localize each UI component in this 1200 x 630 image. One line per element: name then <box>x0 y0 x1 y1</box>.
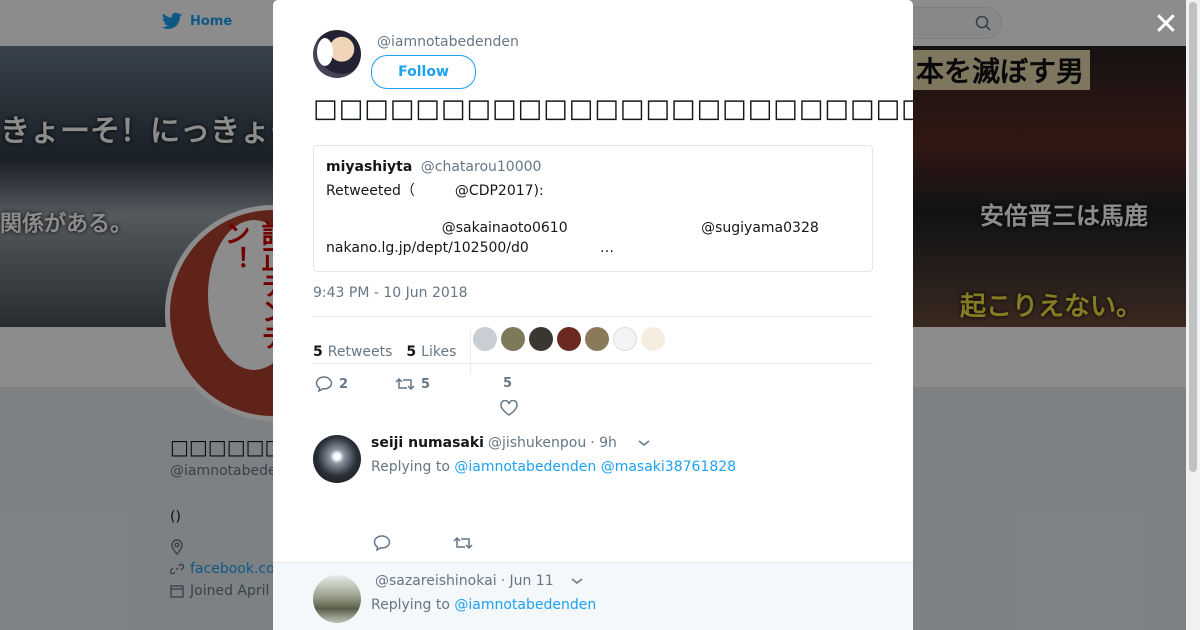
reply-count: 2 <box>339 376 349 392</box>
reply-author-name[interactable]: seiji numasaki <box>371 435 484 451</box>
liker-avatar[interactable] <box>529 327 553 351</box>
retweet-button[interactable]: 5 <box>395 376 430 392</box>
reply-button[interactable]: 2 <box>315 376 348 392</box>
retweets-count: 5 <box>313 344 323 360</box>
like-count: 5 <box>503 376 513 391</box>
replying-to-label: Replying to <box>371 459 450 475</box>
tweet-timestamp[interactable]: 9:43 PM - 10 Jun 2018 <box>313 285 468 301</box>
replying-to-users[interactable]: @iamnotabedenden <box>454 597 596 613</box>
liker-avatar[interactable] <box>557 327 581 351</box>
quoted-tweet-header: miyashiyta @chatarou10000 <box>326 159 541 175</box>
retweets-label: Retweets <box>327 344 393 360</box>
like-button[interactable] <box>500 400 518 416</box>
author-avatar[interactable] <box>313 30 361 78</box>
retweet-count: 5 <box>421 376 431 392</box>
chevron-down-icon[interactable] <box>637 438 651 448</box>
replying-to: Replying to @iamnotabedenden @masaki3876… <box>371 459 736 475</box>
reply-tweet[interactable]: @sazareishinokai · Jun 11 Replying to @i… <box>313 573 873 630</box>
replying-to: Replying to @iamnotabedenden <box>371 597 596 613</box>
author-handle[interactable]: @iamnotabedenden <box>377 34 519 50</box>
reply-time[interactable]: · Jun 11 <box>501 573 554 589</box>
scrollbar-thumb[interactable] <box>1189 2 1197 472</box>
reply-time[interactable]: · 9h <box>590 435 617 451</box>
reply-icon <box>315 376 333 392</box>
reply-icon[interactable] <box>373 535 391 551</box>
author-avatar-bubble <box>317 38 333 66</box>
retweets-stat[interactable]: 5 Retweets <box>313 344 392 360</box>
liker-avatars <box>473 327 665 351</box>
chevron-down-icon[interactable] <box>570 576 584 586</box>
tweet-modal: @iamnotabedenden Follow □□□□□□□□□□□□□□□□… <box>273 0 913 630</box>
quoted-tweet[interactable]: miyashiyta @chatarou10000 Retweeted（ @CD… <box>313 145 873 272</box>
quoted-text-line-1: Retweeted（ @CDP2017): <box>326 183 544 199</box>
replying-to-label: Replying to <box>371 597 450 613</box>
reply-author-handle[interactable]: @sazareishinokai <box>375 573 497 589</box>
quoted-text-line-3: nakano.lg.jp/dept/102500/d0 … <box>326 240 615 256</box>
reply-actions <box>371 535 671 559</box>
reply-avatar[interactable] <box>313 575 361 623</box>
divider <box>313 363 873 364</box>
reply-tweet[interactable]: seiji numasaki @jishukenpou · 9h Replyin… <box>313 435 873 555</box>
retweet-icon <box>395 377 415 391</box>
liker-avatar[interactable] <box>641 327 665 351</box>
reply-header: seiji numasaki @jishukenpou · 9h <box>371 435 651 451</box>
retweet-icon[interactable] <box>453 535 473 551</box>
tweet-actions: 2 5 5 <box>313 376 873 416</box>
quoted-author-handle: @chatarou10000 <box>420 159 542 175</box>
tweet-text: □□□□□□□□□□□□□□□□□□□□□□□□□□□□□□□□□□□□□□□□… <box>313 94 913 124</box>
follow-button[interactable]: Follow <box>371 55 476 89</box>
liker-avatar[interactable] <box>501 327 525 351</box>
like-count-label: 5 <box>503 376 512 391</box>
replying-to-users[interactable]: @iamnotabedenden @masaki38761828 <box>454 459 736 475</box>
quoted-text-line-2: @sakainaoto0610 @sugiyama0328 <box>326 220 819 236</box>
likes-count: 5 <box>406 344 417 360</box>
tweet-stats: 5 Retweets 5 Likes <box>313 330 481 374</box>
close-icon[interactable]: ✕ <box>1153 10 1179 40</box>
heart-icon <box>500 400 518 416</box>
likes-stat[interactable]: 5 Likes <box>406 344 456 360</box>
likes-label: Likes <box>421 344 457 360</box>
reply-header: @sazareishinokai · Jun 11 <box>375 573 584 589</box>
liker-avatar[interactable] <box>613 327 637 351</box>
quoted-author-name: miyashiyta <box>326 159 413 175</box>
liker-avatar[interactable] <box>473 327 497 351</box>
liker-avatar[interactable] <box>585 327 609 351</box>
divider <box>313 316 873 317</box>
scrollbar[interactable] <box>1186 0 1200 630</box>
stats-separator <box>470 330 472 374</box>
reply-author-handle[interactable]: @jishukenpou <box>488 435 586 451</box>
reply-avatar[interactable] <box>313 435 361 483</box>
